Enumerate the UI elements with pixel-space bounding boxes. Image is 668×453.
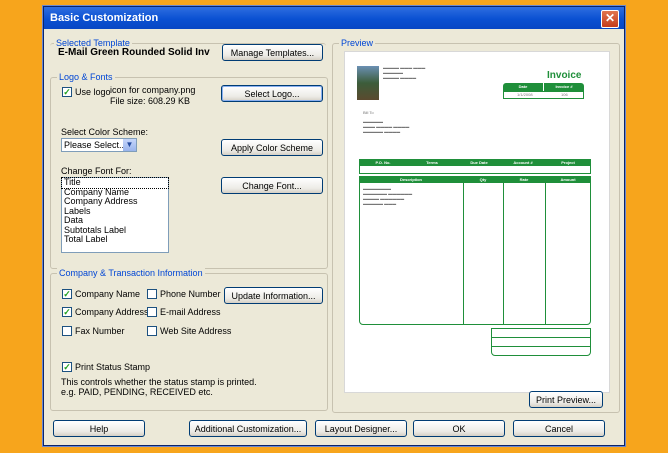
bill-to-line-3: ▬▬▬▬▬ ▬▬▬▬: [363, 129, 401, 134]
qty-divider: [463, 183, 464, 325]
invoice-preview: ▬▬▬▬ ▬▬▬ ▬▬▬ ▬▬▬▬▬ ▬▬▬▬ ▬▬▬▬ Invoice Dat…: [344, 51, 610, 393]
manage-templates-button[interactable]: Manage Templates...: [222, 44, 323, 61]
use-logo-label: Use logo: [75, 87, 111, 97]
close-icon[interactable]: ✕: [601, 10, 619, 28]
totals-divider-2: [491, 346, 591, 347]
print-status-checkbox[interactable]: ✓: [62, 362, 72, 372]
window-title: Basic Customization: [44, 7, 624, 29]
amount-header: Amount: [560, 177, 576, 182]
font-item-total-label[interactable]: Total Label: [62, 234, 168, 245]
update-information-button[interactable]: Update Information...: [224, 287, 323, 304]
rate-divider: [503, 183, 504, 325]
totals-divider-1: [491, 337, 591, 338]
line-item-4: ▬▬▬▬▬ ▬▬▬: [363, 201, 397, 206]
web-site-label: Web Site Address: [160, 326, 232, 336]
font-target-list[interactable]: Title Company Name Company Address Label…: [61, 177, 169, 253]
apply-color-scheme-button[interactable]: Apply Color Scheme: [221, 139, 323, 156]
qty-header: Qty: [479, 177, 487, 182]
company-info-title: Company & Transaction Information: [57, 268, 205, 278]
company-address-checkbox[interactable]: ✓: [62, 307, 72, 317]
help-button[interactable]: Help: [53, 420, 145, 437]
chevron-down-icon[interactable]: ▼: [123, 139, 136, 151]
description-header: Description: [399, 177, 422, 182]
select-logo-button[interactable]: Select Logo...: [221, 85, 323, 102]
amount-divider: [545, 183, 546, 325]
company-logo-image: [357, 66, 379, 100]
bill-to-label: Bill To: [363, 110, 374, 115]
email-address-checkbox[interactable]: [147, 307, 157, 317]
fax-number-checkbox[interactable]: [62, 326, 72, 336]
change-font-button[interactable]: Change Font...: [221, 177, 323, 194]
date-value: 1/1/2008: [517, 92, 533, 97]
additional-customization-button[interactable]: Additional Customization...: [189, 420, 307, 437]
project-header: Project: [561, 160, 575, 165]
logo-fonts-title: Logo & Fonts: [57, 72, 115, 82]
terms-header: Terms: [426, 160, 438, 165]
logo-file-size: File size: 608.29 KB: [110, 96, 191, 106]
invoice-number-header: Invoice #: [544, 83, 584, 91]
rate-header: Rate: [519, 177, 529, 182]
fax-number-label: Fax Number: [75, 326, 125, 336]
web-site-checkbox[interactable]: [147, 326, 157, 336]
preview-title: Preview: [339, 38, 376, 48]
color-scheme-label: Select Color Scheme:: [61, 127, 149, 137]
company-city-preview: ▬▬▬▬ ▬▬▬▬: [383, 75, 417, 80]
account-header: Account #: [513, 160, 533, 165]
status-note-line-1: This controls whether the status stamp i…: [61, 377, 257, 387]
basic-customization-dialog: Basic Customization ✕ Selected Template …: [43, 6, 625, 446]
ok-button[interactable]: OK: [413, 420, 505, 437]
color-scheme-value: Please Select...: [64, 140, 127, 150]
company-name-label: Company Name: [75, 289, 141, 299]
company-name-checkbox[interactable]: ✓: [62, 289, 72, 299]
print-status-label: Print Status Stamp: [75, 362, 151, 372]
cancel-button[interactable]: Cancel: [513, 420, 605, 437]
layout-designer-button[interactable]: Layout Designer...: [315, 420, 407, 437]
po-no-header: P.O. No.: [375, 160, 391, 165]
email-address-label: E-mail Address: [160, 307, 221, 317]
color-scheme-select[interactable]: Please Select... ▼: [61, 138, 137, 152]
date-header: Date: [503, 83, 543, 91]
phone-number-checkbox[interactable]: [147, 289, 157, 299]
use-logo-checkbox[interactable]: ✓: [62, 87, 72, 97]
status-note-line-2: e.g. PAID, PENDING, RECEIVED etc.: [61, 387, 213, 397]
print-preview-button[interactable]: Print Preview...: [529, 391, 603, 408]
totals-box: [491, 328, 591, 356]
invoice-title: Invoice: [547, 70, 582, 81]
template-name: E-Mail Green Rounded Solid Inv: [58, 47, 210, 58]
logo-file-name: icon for company.png: [110, 85, 196, 95]
header-values-box: [503, 91, 584, 99]
phone-number-label: Phone Number: [160, 289, 221, 299]
invoice-number-value: 106: [561, 92, 568, 97]
due-date-header: Due Date: [470, 160, 488, 165]
change-font-label: Change Font For:: [61, 166, 132, 176]
company-address-label: Company Address: [75, 307, 149, 317]
